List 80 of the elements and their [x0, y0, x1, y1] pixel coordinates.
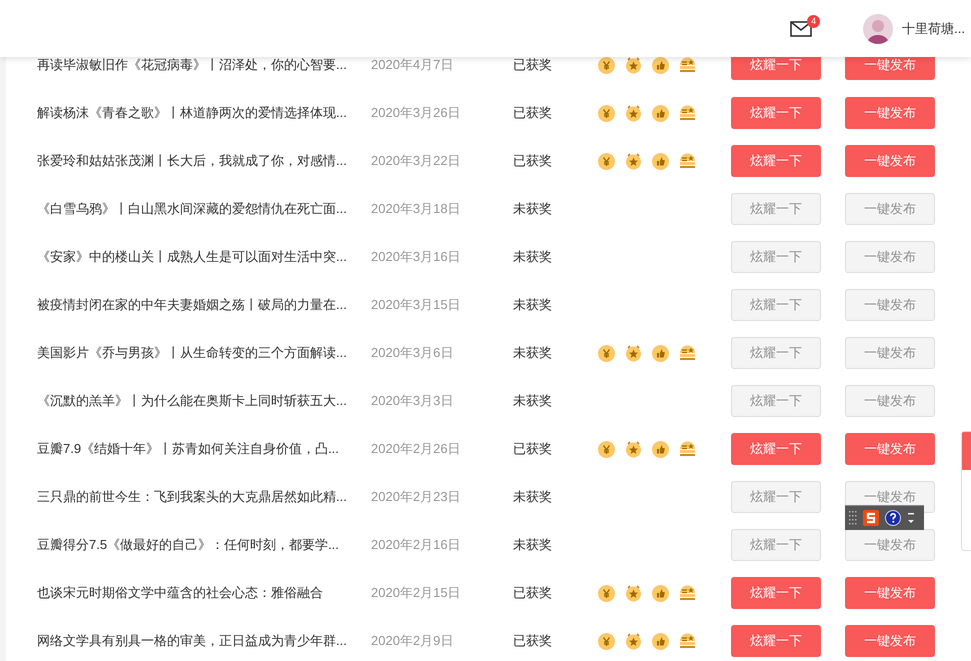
publish-date: 2020年2月26日 — [371, 440, 462, 458]
award-status: 未获奖 — [513, 200, 553, 218]
award-status: 已获奖 — [513, 104, 553, 122]
star-medal-icon — [625, 344, 642, 362]
avatar[interactable] — [863, 14, 894, 44]
star-medal-icon — [625, 632, 642, 650]
ime-logo-icon[interactable] — [863, 510, 879, 526]
article-title[interactable]: 网络文学具有别具一格的审美，正日益成为青少年群... — [37, 631, 371, 651]
article-title[interactable]: 也谈宋元时期俗文学中蕴含的社会心态：雅俗融合 — [37, 583, 371, 603]
yen-coin-icon — [598, 440, 615, 458]
yen-coin-icon — [598, 152, 615, 170]
thumbs-up-icon — [652, 632, 669, 650]
thumbs-up-icon — [652, 57, 669, 74]
publish-button[interactable]: 一键发布 — [845, 57, 935, 80]
publish-date: 2020年3月18日 — [371, 200, 462, 218]
publish-button[interactable]: 一键发布 — [845, 577, 935, 609]
help-icon[interactable] — [885, 510, 901, 526]
award-status: 未获奖 — [513, 392, 553, 410]
publish-date: 2020年3月15日 — [371, 296, 462, 314]
show-off-button[interactable]: 炫耀一下 — [731, 625, 821, 657]
list-star-icon — [679, 57, 696, 74]
award-status: 已获奖 — [513, 584, 553, 602]
star-medal-icon — [625, 440, 642, 458]
thumbs-up-icon — [652, 344, 669, 362]
article-title[interactable]: 豆瓣7.9《结婚十年》丨苏青如何关注自身价值，凸... — [37, 439, 371, 459]
article-title[interactable]: 解读杨沫《青春之歌》丨林道静两次的爱情选择体现... — [37, 103, 371, 123]
star-medal-icon — [625, 104, 642, 122]
publish-date: 2020年3月6日 — [371, 344, 454, 362]
award-status: 未获奖 — [513, 536, 553, 554]
minimize-icon[interactable] — [907, 511, 915, 525]
show-off-button[interactable]: 炫耀一下 — [731, 577, 821, 609]
thumbs-up-icon — [652, 104, 669, 122]
thumbs-up-icon — [652, 440, 669, 458]
thumbs-up-icon — [652, 584, 669, 602]
list-star-icon — [679, 632, 696, 650]
list-star-icon — [679, 104, 696, 122]
publish-button[interactable]: 一键发布 — [845, 625, 935, 657]
drag-handle-icon[interactable] — [849, 511, 857, 525]
list-star-icon — [679, 584, 696, 602]
list-star-icon — [679, 344, 696, 362]
list-star-icon — [679, 152, 696, 170]
award-status: 已获奖 — [513, 440, 553, 458]
publish-date: 2020年2月15日 — [371, 584, 462, 602]
award-status: 未获奖 — [513, 248, 553, 266]
star-medal-icon — [625, 584, 642, 602]
publish-date: 2020年3月26日 — [371, 104, 462, 122]
user-name[interactable]: 十里荷塘... — [902, 18, 965, 38]
yen-coin-icon — [598, 584, 615, 602]
publish-date: 2020年3月3日 — [371, 392, 454, 410]
show-off-button[interactable]: 炫耀一下 — [731, 145, 821, 177]
thumbs-up-icon — [652, 152, 669, 170]
award-status: 未获奖 — [513, 488, 553, 506]
show-off-button[interactable]: 炫耀一下 — [731, 433, 821, 465]
star-medal-icon — [625, 57, 642, 74]
award-status: 已获奖 — [513, 57, 553, 73]
publish-date: 2020年2月9日 — [371, 632, 454, 650]
publish-date: 2020年2月23日 — [371, 488, 462, 506]
publish-button[interactable]: 一键发布 — [845, 97, 935, 129]
yen-coin-icon — [598, 632, 615, 650]
publish-date: 2020年2月16日 — [371, 536, 462, 554]
publish-button[interactable]: 一键发布 — [845, 145, 935, 177]
show-off-button[interactable]: 炫耀一下 — [731, 97, 821, 129]
yen-coin-icon — [598, 57, 615, 74]
publish-date: 2020年3月22日 — [371, 152, 462, 170]
award-status: 未获奖 — [513, 344, 553, 362]
yen-coin-icon — [598, 104, 615, 122]
award-status: 已获奖 — [513, 632, 553, 650]
list-star-icon — [679, 440, 696, 458]
article-title[interactable]: 再读毕淑敏旧作《花冠病毒》丨沼泽处，你的心智要... — [37, 57, 371, 73]
mail-icon[interactable] — [790, 20, 812, 36]
unread-badge: 4 — [807, 14, 820, 28]
yen-coin-icon — [598, 344, 615, 362]
article-title[interactable]: 张爱玲和姑姑张茂渊丨长大后，我就成了你，对感情... — [37, 151, 371, 171]
award-status: 未获奖 — [513, 296, 553, 314]
publish-date: 2020年3月16日 — [371, 248, 462, 266]
star-medal-icon — [625, 152, 642, 170]
publish-button[interactable]: 一键发布 — [845, 433, 935, 465]
show-off-button[interactable]: 炫耀一下 — [731, 57, 821, 80]
publish-date: 2020年4月7日 — [371, 57, 454, 73]
award-status: 已获奖 — [513, 152, 553, 170]
